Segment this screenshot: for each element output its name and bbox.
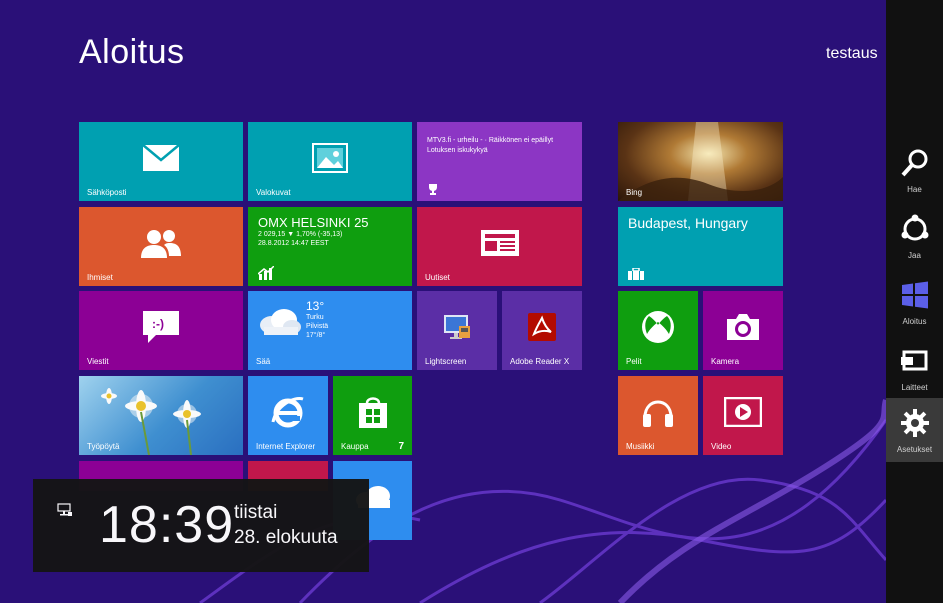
clock-time: 18:39 — [99, 496, 235, 554]
tile-label: Viestit — [87, 357, 109, 366]
bing-cave-image — [618, 122, 783, 201]
tile-label: Lightscreen — [425, 357, 467, 366]
finance-index-value: 2 029,15 ▼ 1,70% (-35,13) — [258, 231, 343, 238]
tile-label: Bing — [626, 188, 643, 197]
weather-condition: Pilvistä — [306, 323, 329, 330]
news-headline: MTV3.fi - urheilu - · Räikkönen ei epäil… — [427, 137, 554, 154]
network-icon — [57, 503, 72, 516]
tile-label: Sää — [256, 357, 271, 366]
clock-date: 28. elokuuta — [234, 527, 338, 548]
tile-label: Työpöytä — [87, 442, 120, 451]
tile-label: Valokuvat — [256, 188, 291, 197]
finance-timestamp: 28.8.2012 14:47 EEST — [258, 240, 329, 247]
tile-camera[interactable]: Kamera — [703, 291, 783, 370]
tile-label: Kauppa — [341, 442, 369, 451]
xbox-games-icon — [642, 310, 674, 343]
weather-city: Turku — [306, 314, 324, 321]
tile-finance[interactable]: OMX HELSINKI 25 2 029,15 ▼ 1,70% (-35,13… — [248, 207, 412, 286]
clock-day: tiistai — [234, 502, 278, 523]
charm-share[interactable]: Jaa — [886, 204, 943, 268]
tile-weather[interactable]: 13° Turku Pilvistä 17°/8° Sää — [248, 291, 412, 370]
tile-store[interactable]: Kauppa 7 — [333, 376, 412, 455]
store-bag-icon — [358, 396, 387, 428]
windows-logo-icon — [901, 281, 928, 309]
mail-icon — [142, 143, 180, 171]
tile-label: Adobe Reader X — [510, 357, 570, 366]
tile-games[interactable]: Pelit — [618, 291, 698, 370]
charm-devices[interactable]: Laitteet — [886, 336, 943, 400]
tile-label: Ihmiset — [87, 273, 113, 282]
devices-icon — [900, 350, 927, 371]
tile-label: Pelit — [626, 357, 642, 366]
cloud-icon — [260, 309, 301, 335]
weather-range: 17°/8° — [306, 332, 326, 339]
headphones-icon — [643, 400, 673, 427]
tile-adobe-reader[interactable]: Adobe Reader X — [502, 291, 582, 370]
camera-icon — [727, 313, 759, 340]
tile-label: Kamera — [711, 357, 740, 366]
tile-mail[interactable]: Sähköposti — [79, 122, 243, 201]
tile-news-mtv[interactable]: MTV3.fi - urheilu - · Räikkönen ei epäil… — [417, 122, 582, 201]
tile-desktop[interactable]: Työpöytä — [79, 376, 243, 455]
search-icon — [901, 149, 927, 177]
suitcase-icon — [628, 268, 644, 280]
travel-destination: Budapest, Hungary — [628, 215, 748, 231]
newspaper-icon — [480, 229, 519, 256]
photos-icon — [312, 142, 348, 173]
tile-label: Uutiset — [425, 273, 450, 282]
tile-travel[interactable]: Budapest, Hungary — [618, 207, 783, 286]
people-icon — [141, 229, 181, 258]
charm-label: Asetukset — [896, 445, 933, 454]
tile-lightscreen[interactable]: Lightscreen — [417, 291, 497, 370]
tile-bing[interactable]: Bing — [618, 122, 783, 201]
user-name[interactable]: testaus — [826, 45, 878, 63]
charm-label: Hae — [907, 185, 922, 194]
charm-label: Aloitus — [902, 317, 927, 326]
finance-index-title: OMX HELSINKI 25 — [258, 215, 369, 230]
adobe-reader-icon — [528, 312, 556, 341]
tile-label: Video — [711, 442, 732, 451]
charm-label: Laitteet — [901, 383, 928, 392]
trophy-icon — [429, 184, 437, 195]
page-title: Aloitus — [79, 33, 185, 71]
clock-overlay: 18:39 tiistai 28. elokuuta — [33, 479, 369, 572]
tile-messaging[interactable]: :-) Viestit — [79, 291, 243, 370]
tile-label: Musiikki — [626, 442, 655, 451]
charms-bar: Hae Jaa Aloitus Laitteet Asetukset — [886, 0, 943, 603]
weather-temperature: 13° — [306, 299, 325, 313]
store-update-count: 7 — [398, 441, 404, 452]
charm-search[interactable]: Hae — [886, 138, 943, 202]
messaging-icon: :-) — [143, 310, 179, 343]
share-icon — [901, 214, 928, 241]
tile-video[interactable]: Video — [703, 376, 783, 455]
lightscreen-icon — [444, 314, 470, 339]
tile-label: Sähköposti — [87, 188, 127, 197]
tile-label: Internet Explorer — [256, 442, 316, 451]
tile-internet-explorer[interactable]: Internet Explorer — [248, 376, 328, 455]
tile-photos[interactable]: Valokuvat — [248, 122, 412, 201]
internet-explorer-icon — [271, 396, 304, 428]
charm-settings[interactable]: Asetukset — [886, 398, 943, 462]
tile-news[interactable]: Uutiset — [417, 207, 582, 286]
charm-label: Jaa — [908, 251, 921, 260]
finance-chart-icon — [258, 266, 274, 280]
tile-music[interactable]: Musiikki — [618, 376, 698, 455]
video-play-icon — [724, 396, 762, 427]
tile-people[interactable]: Ihmiset — [79, 207, 243, 286]
gear-icon — [900, 409, 929, 437]
svg-text::-): :-) — [152, 317, 164, 331]
charm-start[interactable]: Aloitus — [886, 270, 943, 334]
